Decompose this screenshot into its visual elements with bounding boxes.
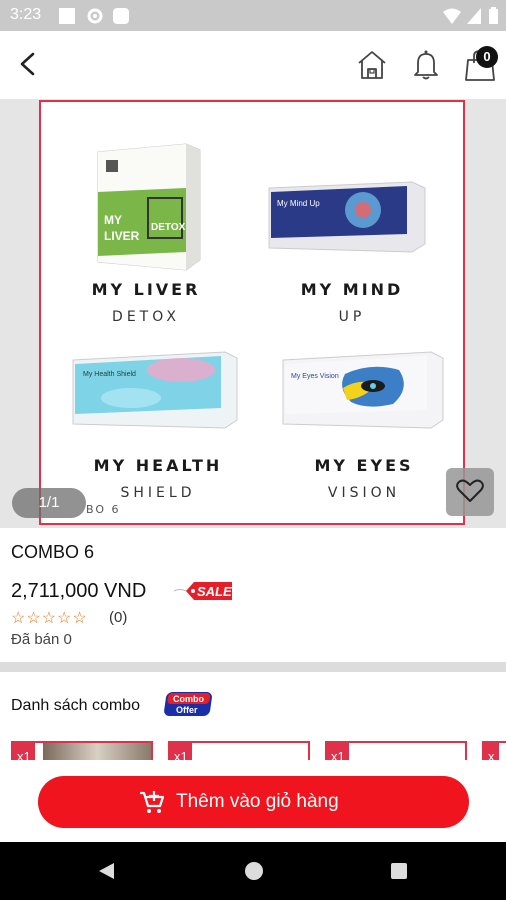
- product-price: 2,711,000 VND: [11, 580, 147, 602]
- product-subtitle: SHIELD: [120, 485, 196, 501]
- signal-icon: [467, 8, 481, 24]
- home-icon[interactable]: [356, 48, 388, 82]
- offer-badge-line1: Combo: [173, 694, 204, 704]
- liver-box-text: MY: [104, 213, 122, 227]
- sold-count: Đã bán 0: [11, 631, 72, 648]
- my-liver-box-image: MY LIVER DETOX: [97, 143, 201, 271]
- combo-list-title: Danh sách combo: [11, 697, 140, 714]
- sale-tag-text: SALE: [197, 584, 232, 599]
- add-to-cart-bar: Thêm vào giỏ hàng: [0, 760, 506, 842]
- offer-badge-line2: Offer: [176, 705, 198, 715]
- nav-recents-icon[interactable]: [390, 862, 408, 880]
- image-pager: 1/1: [12, 488, 86, 518]
- product-name: MY MIND: [300, 280, 404, 299]
- product-tile-mind: MY MIND UP: [257, 280, 447, 325]
- my-health-box-image: My Health Shield: [72, 351, 238, 429]
- app-bar: 0: [0, 31, 506, 100]
- combo-offer-badge: Combo Offer: [164, 692, 212, 716]
- notification-rounded-icon: [113, 8, 129, 24]
- product-tile-eyes: MY EYES VISION: [269, 456, 459, 501]
- liver-box-text2: LIVER: [104, 229, 140, 243]
- nav-back-icon[interactable]: [96, 861, 116, 881]
- product-name: MY EYES: [314, 456, 414, 475]
- notification-bell-icon[interactable]: [410, 48, 442, 82]
- notification-square-icon: [59, 8, 75, 24]
- status-bar: 3:23: [0, 0, 506, 31]
- product-image: MY LIVER DETOX MY LIVER DETOX My Mind Up…: [39, 100, 465, 525]
- add-to-cart-button[interactable]: Thêm vào giỏ hàng: [38, 776, 469, 828]
- section-divider: [0, 662, 506, 672]
- back-arrow-icon[interactable]: [14, 50, 42, 78]
- product-subtitle: UP: [338, 309, 366, 325]
- image-caption: BO 6: [86, 503, 121, 516]
- product-info: COMBO 6 2,711,000 VND SALE ☆☆☆☆☆ (0) Đã …: [0, 528, 506, 662]
- product-subtitle: DETOX: [112, 309, 180, 325]
- liver-box-text3: DETOX: [151, 222, 186, 233]
- nav-home-icon[interactable]: [244, 861, 264, 881]
- battery-icon: [489, 7, 498, 24]
- rating-count: (0): [109, 609, 128, 626]
- wifi-icon: [443, 8, 461, 24]
- eyes-box-text: My Eyes Vision: [291, 373, 339, 380]
- mind-box-text: My Mind Up: [277, 199, 320, 208]
- product-subtitle: VISION: [327, 485, 401, 501]
- heart-icon: [456, 479, 484, 502]
- product-name: MY HEALTH: [93, 456, 223, 475]
- product-image-gallery[interactable]: MY LIVER DETOX MY LIVER DETOX My Mind Up…: [0, 99, 506, 528]
- product-title: COMBO 6: [11, 542, 95, 562]
- cart-count-badge: 0: [476, 46, 498, 68]
- add-to-cart-label: Thêm vào giỏ hàng: [176, 791, 339, 812]
- my-eyes-box-image: My Eyes Vision: [282, 351, 444, 429]
- product-tile-health: MY HEALTH SHIELD: [63, 456, 253, 501]
- sale-tag-icon: SALE: [173, 582, 232, 600]
- add-to-cart-icon: [140, 791, 165, 813]
- settings-gear-icon: [87, 8, 103, 24]
- product-name: MY LIVER: [91, 280, 201, 299]
- system-nav-bar: [0, 842, 506, 900]
- my-mind-box-image: My Mind Up: [268, 181, 426, 253]
- product-tile-liver: MY LIVER DETOX: [51, 280, 241, 325]
- health-box-text: My Health Shield: [83, 371, 136, 378]
- status-time: 3:23: [10, 6, 42, 23]
- wishlist-button[interactable]: [446, 468, 494, 516]
- rating-stars: ☆☆☆☆☆: [11, 610, 88, 627]
